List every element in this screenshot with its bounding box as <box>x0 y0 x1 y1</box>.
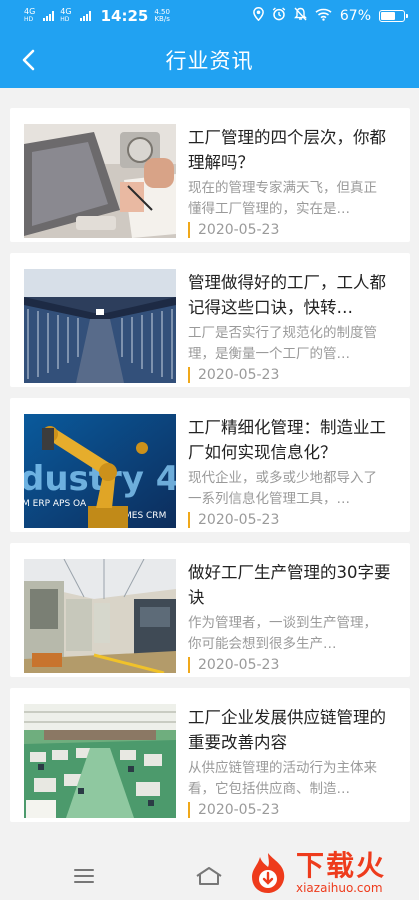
back-button[interactable] <box>12 44 44 76</box>
menu-icon <box>74 869 94 883</box>
article-thumbnail-assembly-hall <box>24 704 176 818</box>
article-title: 管理做得好的工厂，工人都记得这些口诀，快转… <box>188 273 386 317</box>
flame-logo-icon <box>246 851 290 895</box>
article-card[interactable]: 管理做得好的工厂，工人都记得这些口诀，快转… 工厂是否实行了规范化的制度管理，是… <box>10 253 410 387</box>
status-right: 67% <box>253 7 408 25</box>
network-indicator-1: 4G HD <box>24 8 35 24</box>
home-icon <box>196 867 222 885</box>
article-summary: 从供应链管理的活动行为主体来看，它包括供应商、制造… <box>188 760 377 797</box>
wifi-icon <box>315 8 332 25</box>
article-title: 做好工厂生产管理的30字要诀 <box>188 563 391 607</box>
signal-icon <box>43 11 55 21</box>
article-summary: 作为管理者，一谈到生产管理，你可能会想到很多生产… <box>188 615 377 652</box>
article-date: 2020-05-23 <box>188 222 279 238</box>
network-sub-label: HD <box>24 16 34 23</box>
article-thumbnail-laptop-desk <box>24 124 176 238</box>
network-label: 4G <box>60 7 72 16</box>
alarm-icon <box>272 7 286 25</box>
article-card[interactable]: 工厂企业发展供应链管理的重要改善内容 从供应链管理的活动行为主体来看，它包括供应… <box>10 688 410 822</box>
nav-bar: 行业资讯 <box>0 32 419 88</box>
watermark-text: 下载火 xiazaihuo.com <box>296 849 387 896</box>
network-sub-label: HD <box>60 16 70 23</box>
network-indicator-2: 4G HD <box>60 8 71 24</box>
article-date: 2020-05-23 <box>188 367 279 383</box>
watermark-brand: 下载火 <box>296 849 387 882</box>
article-summary: 现在的管理专家满天飞，但真正懂得工厂管理的，实在是… <box>188 180 377 217</box>
article-thumbnail-textile-factory <box>24 269 176 383</box>
status-bar: 4G HD 4G HD 14:25 4.50 KB/s 67% <box>0 0 419 32</box>
mute-bell-icon <box>293 7 307 25</box>
status-left: 4G HD 4G HD 14:25 4.50 KB/s <box>24 7 170 25</box>
menu-button[interactable] <box>70 864 98 888</box>
chevron-left-icon <box>22 49 35 71</box>
watermark-url: xiazaihuo.com <box>296 881 383 895</box>
home-button[interactable] <box>195 864 223 888</box>
clock: 14:25 <box>100 7 149 25</box>
article-thumbnail-industry-robot: dustry 4.0 M ERP APS OA MES CRM <box>24 414 176 528</box>
article-card[interactable]: dustry 4.0 M ERP APS OA MES CRM 工厂精细化管理：… <box>10 398 410 532</box>
watermark: 下载火 xiazaihuo.com <box>246 846 419 900</box>
location-icon <box>253 7 264 25</box>
battery-icon <box>379 10 408 22</box>
page-title: 行业资讯 <box>165 49 254 73</box>
battery-percent: 67% <box>339 8 371 24</box>
article-date: 2020-05-23 <box>188 657 279 673</box>
article-summary: 现代企业，或多或少地都导入了一系列信息化管理工具，… <box>188 470 377 507</box>
article-card[interactable]: 工厂管理的四个层次，你都理解吗？ 现在的管理专家满天飞，但真正懂得工厂管理的，实… <box>10 108 410 242</box>
battery-fill <box>381 12 396 20</box>
thumbnail-caption-text: M ERP APS OA <box>24 499 87 509</box>
network-label: 4G <box>24 7 36 16</box>
article-summary: 工厂是否实行了规范化的制度管理，是衡量一个工厂的管… <box>188 325 377 362</box>
network-speed: 4.50 KB/s <box>154 9 170 23</box>
article-title: 工厂精细化管理：制造业工厂如何实现信息化？ <box>188 418 386 462</box>
thumbnail-caption-text: MES CRM <box>124 511 166 521</box>
article-title: 工厂管理的四个层次，你都理解吗？ <box>188 128 386 172</box>
article-list: 工厂管理的四个层次，你都理解吗？ 现在的管理专家满天飞，但真正懂得工厂管理的，实… <box>10 108 410 833</box>
network-speed-unit: KB/s <box>154 15 170 23</box>
article-date: 2020-05-23 <box>188 512 279 528</box>
article-thumbnail-machine-workshop <box>24 559 176 673</box>
signal-icon <box>79 11 91 21</box>
article-date: 2020-05-23 <box>188 802 279 818</box>
article-card[interactable]: 做好工厂生产管理的30字要诀 作为管理者，一谈到生产管理，你可能会想到很多生产…… <box>10 543 410 677</box>
article-title: 工厂企业发展供应链管理的重要改善内容 <box>188 708 386 752</box>
